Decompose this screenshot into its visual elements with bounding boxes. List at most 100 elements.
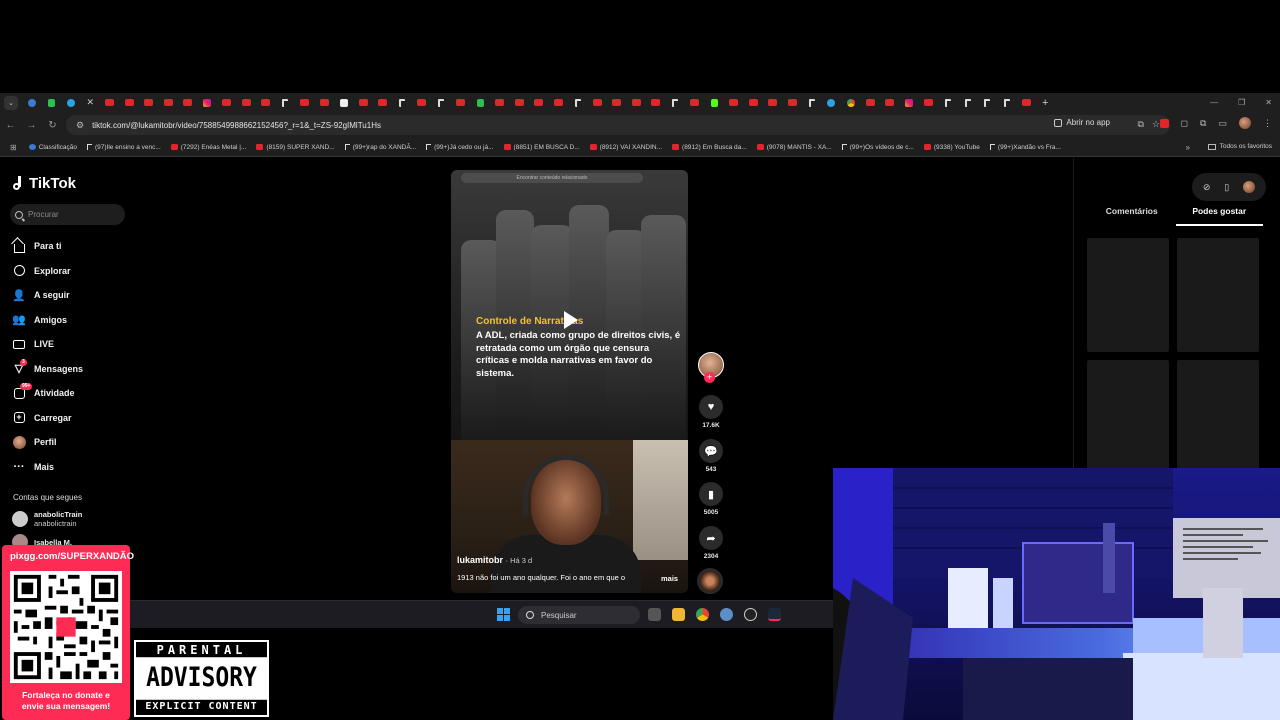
new-tab-icon[interactable]: + — [1042, 97, 1048, 109]
youtube-tab-icon[interactable] — [354, 93, 374, 112]
tiktok-tab-icon[interactable] — [666, 93, 686, 112]
youtube-tab-icon[interactable] — [588, 93, 608, 112]
bookmark-item[interactable]: (8912) VAI XANDIN... — [589, 144, 662, 151]
windows-start-icon[interactable] — [497, 608, 510, 621]
share-button[interactable]: ➦ 2304 — [697, 526, 725, 560]
youtube-tab-icon[interactable] — [607, 93, 627, 112]
youtube-tab-icon[interactable] — [510, 93, 530, 112]
extension-icon[interactable] — [1159, 118, 1169, 128]
youtube-tab-icon[interactable] — [139, 93, 159, 112]
bookmark-icon[interactable]: ▮ — [699, 482, 723, 506]
youtube-tab-icon[interactable] — [919, 93, 939, 112]
settings-icon[interactable] — [720, 608, 733, 621]
minimize-icon[interactable]: — — [1210, 98, 1218, 107]
tiktok-tab-icon[interactable] — [939, 93, 959, 112]
bookmark-item[interactable]: (8159) SUPER XAND... — [256, 144, 335, 151]
youtube-tab-icon[interactable] — [256, 93, 276, 112]
sidebar-item-explorar[interactable]: Explorar — [12, 259, 83, 284]
video-author[interactable]: lukamitobr · Há 3 d — [457, 555, 532, 565]
youtube-tab-icon[interactable] — [237, 93, 257, 112]
bookmark-item[interactable]: (99+)Já cedo ou já... — [426, 144, 494, 151]
youtube-tab-icon[interactable] — [783, 93, 803, 112]
close-window-icon[interactable]: ✕ — [1265, 98, 1272, 107]
page-tab-icon[interactable] — [471, 93, 491, 112]
bookmark-item[interactable]: (9338) YouTube — [923, 144, 980, 151]
address-bar[interactable]: ⚙ tiktok.com/@lukamitobr/video/758854998… — [66, 115, 1170, 135]
url-text[interactable]: tiktok.com/@lukamitobr/video/75885499886… — [92, 121, 381, 130]
tiktok-tab-icon[interactable] — [958, 93, 978, 112]
suggested-video-thumbnail[interactable] — [1177, 360, 1259, 474]
video-username[interactable]: lukamitobr — [457, 555, 503, 565]
tab-search-chevron-icon[interactable]: ⌄ — [4, 95, 18, 110]
tab-favicon-icon[interactable] — [22, 93, 42, 112]
youtube-tab-icon[interactable] — [549, 93, 569, 112]
sidebar-item-amigos[interactable]: 👥 Amigos — [12, 308, 83, 333]
tiktok-tab-icon[interactable] — [802, 93, 822, 112]
taskbar-search-input[interactable]: Pesquisar — [518, 606, 640, 624]
tab-favicon-icon[interactable] — [61, 93, 81, 112]
youtube-tab-icon[interactable] — [100, 93, 120, 112]
youtube-tab-icon[interactable] — [412, 93, 432, 112]
site-info-icon[interactable]: ⚙ — [76, 120, 84, 131]
comment-icon[interactable]: 💬 — [699, 439, 723, 463]
youtube-tab-icon[interactable] — [627, 93, 647, 112]
avatar[interactable] — [1243, 181, 1256, 193]
tab-favicon-icon[interactable] — [42, 93, 62, 112]
youtube-tab-icon[interactable] — [861, 93, 881, 112]
youtube-tab-icon[interactable] — [880, 93, 900, 112]
sidebar-item-a-seguir[interactable]: 👤 A seguir — [12, 283, 83, 308]
coins-icon[interactable]: ⊘ — [1203, 182, 1211, 193]
youtube-tab-icon[interactable] — [120, 93, 140, 112]
cast-icon[interactable]: ▭ — [1218, 118, 1227, 129]
share-icon[interactable]: ➦ — [699, 526, 723, 550]
youtube-tab-icon[interactable] — [373, 93, 393, 112]
tab-you-may-like[interactable]: Podes gostar — [1175, 206, 1263, 226]
back-icon[interactable]: ← — [0, 120, 21, 131]
tiktok-tab-icon[interactable] — [568, 93, 588, 112]
youtube-tab-icon[interactable] — [529, 93, 549, 112]
youtube-tab-icon[interactable] — [159, 93, 179, 112]
restore-icon[interactable]: ❐ — [1238, 98, 1245, 107]
tiktok-tab-icon[interactable] — [978, 93, 998, 112]
search-input[interactable]: Procurar — [10, 204, 125, 225]
extensions-puzzle-icon[interactable]: ⧉ — [1200, 118, 1206, 129]
google-tab-icon[interactable] — [841, 93, 861, 112]
task-view-icon[interactable] — [648, 608, 661, 621]
forward-icon[interactable]: → — [21, 120, 42, 131]
sidebar-item-live[interactable]: LIVE — [12, 332, 83, 357]
comment-button[interactable]: 💬 543 — [697, 439, 725, 473]
tab-comments[interactable]: Comentários — [1088, 206, 1176, 226]
sidebar-item-carregar[interactable]: + Carregar — [12, 406, 83, 431]
suggested-video-thumbnail[interactable] — [1087, 238, 1169, 352]
bookmark-item[interactable]: (8851) EM BUSCA D... — [503, 144, 580, 151]
bookmark-item[interactable]: (7292) Enéas Metal |... — [170, 144, 246, 151]
sidebar-item-atividade[interactable]: 99+ Atividade — [12, 381, 83, 406]
sidebar-item-para-ti[interactable]: Para ti — [12, 234, 83, 259]
youtube-tab-icon[interactable] — [315, 93, 335, 112]
obs-icon[interactable] — [744, 608, 757, 621]
chrome-icon[interactable] — [696, 608, 709, 621]
steam-icon[interactable] — [768, 608, 781, 621]
tiktok-logo[interactable]: TikTok — [13, 175, 76, 192]
bookmark-item[interactable]: (99+)Xandão vs Fra... — [989, 144, 1061, 151]
open-in-app-button[interactable]: Abrir no app — [1054, 118, 1110, 127]
caption-more-button[interactable]: mais — [661, 574, 678, 583]
bookmark-item[interactable]: (97)Ile ensino a venc... — [87, 144, 161, 151]
youtube-tab-icon[interactable] — [724, 93, 744, 112]
reload-icon[interactable]: ↻ — [42, 120, 63, 131]
telegram-tab-icon[interactable] — [822, 93, 842, 112]
heart-icon[interactable]: ♥ — [699, 395, 723, 419]
tiktok-tab-icon[interactable] — [276, 93, 296, 112]
suggested-video-thumbnail[interactable] — [1177, 238, 1259, 352]
like-button[interactable]: ♥ 17.6K — [697, 395, 725, 429]
youtube-tab-icon[interactable] — [451, 93, 471, 112]
bookmark-item[interactable]: Classificação — [28, 144, 77, 151]
youtube-tab-icon[interactable] — [295, 93, 315, 112]
bookmark-item[interactable]: (9078) MANTIS - XA... — [756, 144, 832, 151]
tiktok-tab-icon[interactable] — [393, 93, 413, 112]
play-icon[interactable] — [564, 311, 578, 329]
sidebar-item-mensagens[interactable]: ▽ 3 Mensagens — [12, 357, 83, 382]
close-tab-icon[interactable]: ✕ — [81, 93, 101, 112]
youtube-tab-icon[interactable] — [685, 93, 705, 112]
extension-icon[interactable]: ◻ — [1181, 118, 1188, 129]
